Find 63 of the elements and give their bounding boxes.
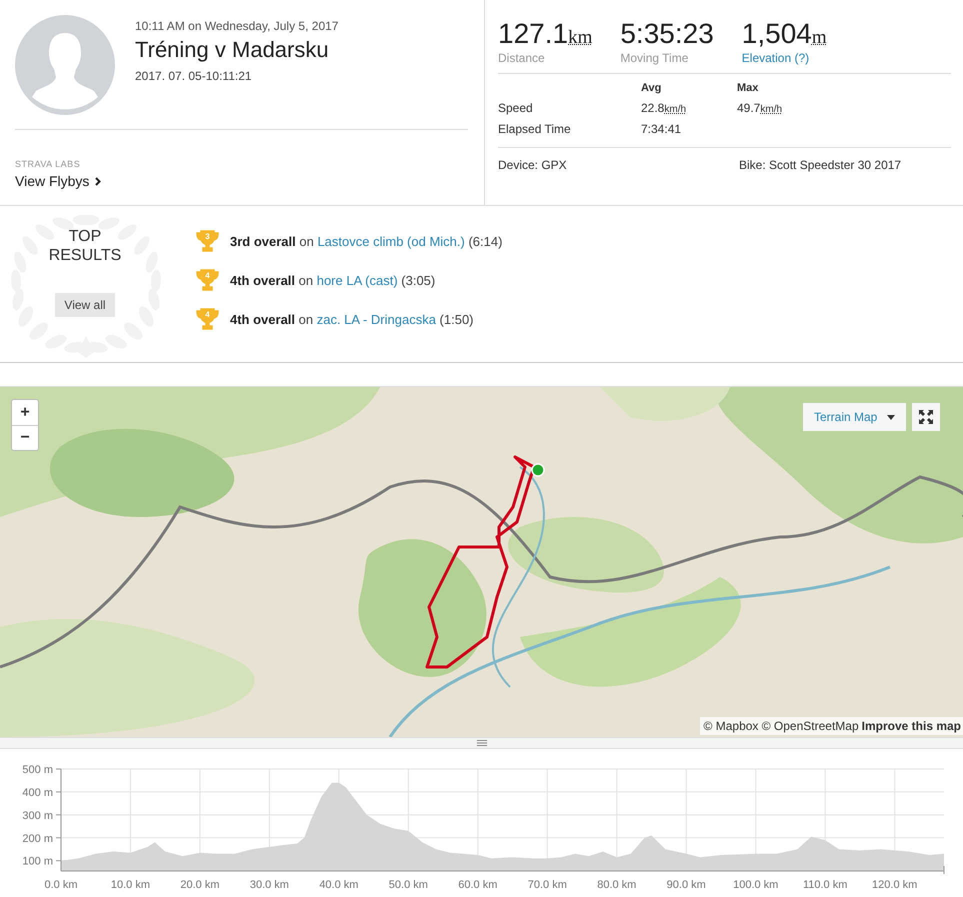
stat-label: Distance <box>498 51 546 65</box>
trophy-icon <box>195 308 220 330</box>
trophy-rank: 4 <box>204 310 211 319</box>
labs-label: STRAVA LABS <box>15 159 80 169</box>
segment-link[interactable]: hore LA (cast) <box>316 272 398 288</box>
x-tick-label: 10.0 km <box>110 879 150 891</box>
x-tick-label: 30.0 km <box>250 879 289 891</box>
x-tick-label: 20.0 km <box>180 879 220 891</box>
stat-label-link[interactable]: Elevation (?) <box>742 51 827 65</box>
x-tick-label: 120.0 km <box>872 879 918 891</box>
x-tick-label: 50.0 km <box>388 879 428 891</box>
trophy-icon <box>195 230 220 252</box>
bike-info: Bike: Scott Speedster 30 2017 <box>739 158 902 172</box>
x-tick-label: 110.0 km <box>802 879 848 891</box>
row-label: Elapsed Time <box>498 121 572 138</box>
activity-date: 10:11 AM on Wednesday, July 5, 2017 <box>135 19 338 33</box>
drag-handle-icon[interactable] <box>476 740 486 746</box>
table-cell: 22.8km/h <box>641 99 737 120</box>
result-text: 4th overall on hore LA (cast) (3:05) <box>230 272 436 288</box>
avatar-icon <box>15 15 115 115</box>
stat-value: 127.1km <box>498 18 592 50</box>
result-text: 3rd overall on Lastovce climb (od Mich.) (6:14) <box>230 234 502 248</box>
activity-title: Tréning v Madarsku <box>135 37 330 63</box>
segment-link[interactable]: Lastovce climb (od Mich.) <box>317 234 465 248</box>
expand-arrows-icon <box>918 409 934 425</box>
column-header: Max <box>737 80 760 96</box>
view-all-button[interactable]: View all <box>55 293 115 317</box>
y-tick-label: 300 m <box>22 810 53 822</box>
column-header: Avg <box>641 80 662 96</box>
table-cell-text: 49.7km/h <box>737 100 784 117</box>
x-tick-label: 40.0 km <box>319 879 358 891</box>
stat-value: 1,504m <box>742 18 827 50</box>
x-tick-label: 60.0 km <box>458 879 498 891</box>
trophy-rank: 3 <box>204 232 211 241</box>
trophy-icon <box>195 269 220 291</box>
zoom-in-button[interactable]: + <box>12 400 38 425</box>
x-tick-label: 70.0 km <box>528 879 567 891</box>
stat-label: Moving Time <box>620 51 690 65</box>
improve-map-link[interactable]: Improve this map <box>862 719 961 733</box>
map-attribution: © Mapbox © OpenStreetMap <box>704 719 859 733</box>
stat-value: 5:35:23 <box>620 18 714 50</box>
top-results-title: TOP RESULTS <box>48 227 122 265</box>
result-text: 4th overall on zac. LA - Dringacska (1:50) <box>230 312 474 326</box>
y-tick-label: 200 m <box>22 832 53 845</box>
row-label: Speed <box>498 100 534 117</box>
map-type-dropdown[interactable]: Terrain Map <box>803 403 906 431</box>
x-tick-label: 0.0 km <box>44 879 78 891</box>
x-tick-label: 80.0 km <box>597 879 636 891</box>
view-flybys-link[interactable]: View Flybys <box>15 173 102 189</box>
caret-icon <box>887 414 896 420</box>
device-info: Device: GPX <box>498 158 568 172</box>
activity-timestamp: 2017. 07. 05-10:11:21 <box>135 69 253 83</box>
x-tick-label: 90.0 km <box>666 879 706 891</box>
segment-link[interactable]: zac. LA - Dringacska <box>316 312 436 326</box>
trophy-rank: 4 <box>204 271 211 280</box>
zoom-out-button[interactable]: − <box>12 425 38 450</box>
table-cell-text: 7:34:41 <box>641 121 682 138</box>
y-tick-label: 100 m <box>22 856 53 868</box>
y-tick-label: 400 m <box>22 786 53 799</box>
fullscreen-button[interactable] <box>912 403 940 431</box>
chevron-icon <box>95 176 102 186</box>
x-tick-label: 100.0 km <box>733 879 778 891</box>
y-tick-label: 500 m <box>22 764 53 776</box>
